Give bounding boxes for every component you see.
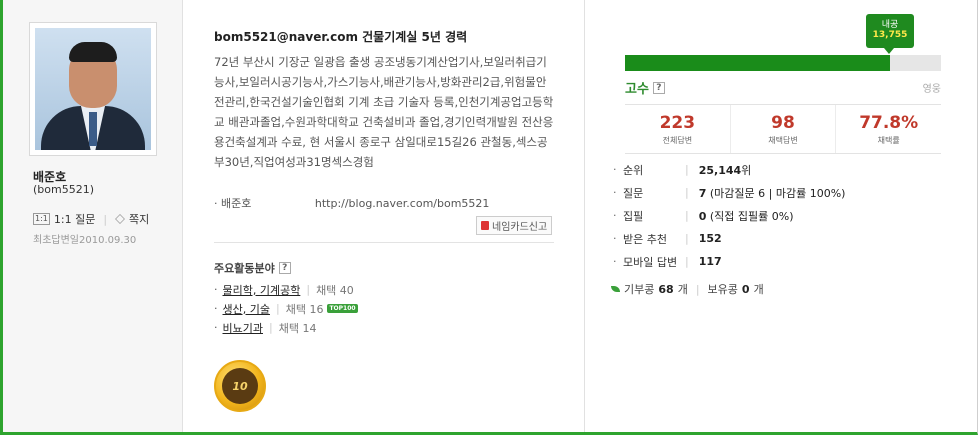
profile-sidebar: 배준호 (bom5521) 1:1 1:1 질문 | 쪽지 최초답변일2010.… (3, 0, 183, 432)
stats-section: 내공 13,755 고수 ? 영웅 223 전체답변 98 채택답변 77.8%… (584, 0, 977, 432)
pipe-separator: | (685, 209, 689, 222)
pipe-separator: | (685, 163, 689, 176)
hold-beans-value: 0 (741, 282, 750, 296)
info-row-recommendations: · 받은 추천 | 152 (613, 227, 845, 250)
report-label: 네임카드신고 (492, 222, 548, 233)
pipe-separator: | (268, 321, 273, 334)
info-value: 117 (698, 255, 722, 268)
note-icon (115, 214, 125, 224)
report-namecard-button[interactable]: 네임카드신고 (476, 216, 553, 235)
current-level-label: 고수 (625, 82, 649, 97)
stat-value: 98 (771, 113, 795, 133)
info-value: 152 (698, 232, 722, 245)
leaf-icon (611, 286, 620, 292)
adopt-count: 채택 16 (285, 302, 324, 316)
stat-total-answers: 223 전체답변 (625, 105, 731, 153)
info-row-writing: · 집필 | 0 (직접 집필률 0%) (613, 204, 845, 227)
stat-label: 전체답변 (662, 136, 693, 145)
info-row-mobile-answers: · 모바일 답변 | 117 (613, 250, 845, 273)
bullet: · (613, 255, 617, 268)
info-key: 받은 추천 (623, 232, 667, 246)
pipe-separator: | (695, 282, 700, 296)
adopt-count: 채택 14 (278, 321, 317, 335)
bullet: · (613, 209, 617, 222)
level-progress-fill (625, 55, 891, 71)
activity-area-title: 주요활동분야 ? (214, 260, 291, 276)
bio-text: 72년 부산시 기장군 일광읍 출생 공조냉동기계산업기사,보일러취급기능사,보… (214, 55, 554, 169)
info-value: 25,144위 (698, 163, 752, 177)
info-row-questions: · 질문 | 7 (마감질문 6 | 마감률 100%) (613, 181, 845, 204)
beans-row: 기부콩 68 개 | 보유콩 0개 (611, 281, 764, 297)
stat-label: 채택답변 (768, 136, 798, 145)
link-separator: | (103, 212, 108, 226)
naegong-tooltip: 내공 13,755 (866, 14, 914, 54)
blog-link-row: · 배준호 http://blog.naver.com/bom5521 (214, 195, 489, 211)
bio-headline: bom5521@naver.com 건물기계실 5년 경력 (214, 30, 468, 44)
report-icon (481, 221, 489, 230)
first-answer-date: 최초답변일2010.09.30 (33, 235, 137, 246)
avatar (35, 28, 151, 150)
current-level: 고수 ? (625, 78, 665, 97)
area-field-link[interactable]: 생산, 기술 (223, 301, 270, 317)
bullet: · (613, 232, 617, 245)
profile-bio-section: bom5521@naver.com 건물기계실 5년 경력 72년 부산시 기장… (184, 0, 584, 432)
send-note-link[interactable]: 쪽지 (129, 211, 149, 227)
naegong-value: 13,755 (872, 30, 908, 40)
info-key: 집필 (623, 209, 644, 223)
info-key: 질문 (623, 186, 644, 200)
area-field-link[interactable]: 비뇨기과 (223, 320, 263, 336)
donate-beans-value: 68 (658, 282, 674, 296)
donate-beans-label: 기부콩 (624, 283, 655, 296)
bullet: · (214, 302, 218, 315)
blog-url-link[interactable]: http://blog.naver.com/bom5521 (315, 197, 490, 210)
pipe-separator: | (685, 186, 689, 199)
pipe-separator: | (306, 283, 311, 296)
level-progress-bar (625, 55, 941, 71)
hold-beans-unit: 개 (753, 283, 764, 296)
list-item: · 생산, 기술 | 채택 16 TOP100 (214, 299, 358, 318)
area-field-link[interactable]: 물리학, 기계공학 (223, 282, 301, 298)
list-item: · 비뇨기과 | 채택 14 (214, 318, 358, 337)
contact-links: 1:1 1:1 질문 | 쪽지 (33, 211, 149, 227)
info-key: 모바일 답변 (623, 255, 678, 269)
adopt-count: 채택 40 (316, 283, 354, 297)
stat-adoption-rate: 77.8% 채택률 (836, 105, 941, 153)
activity-area-label: 주요활동분야 (214, 262, 275, 275)
profile-photo (29, 22, 157, 156)
next-level-label: 영웅 (922, 84, 941, 95)
graduation-medal-icon[interactable]: 10 (214, 360, 266, 412)
medal-number: 10 (222, 368, 258, 404)
stat-adopted-answers: 98 채택답변 (731, 105, 837, 153)
stat-value: 223 (659, 113, 696, 133)
bullet: · (214, 283, 218, 296)
list-item: · 물리학, 기계공학 | 채택 40 (214, 280, 358, 299)
answer-stats: 223 전체답변 98 채택답변 77.8% 채택률 (625, 104, 941, 154)
info-list: · 순위 | 25,144위 · 질문 | 7 (마감질문 6 | 마감률 10… (613, 158, 845, 273)
user-id: (bom5521) (33, 183, 95, 196)
pipe-separator: | (685, 232, 689, 245)
info-value: 7 (마감질문 6 | 마감률 100%) (698, 186, 846, 200)
hold-beans-label: 보유콩 (707, 283, 738, 296)
pipe-separator: | (685, 255, 689, 268)
one-on-one-question-link[interactable]: 1:1 질문 (54, 211, 95, 227)
activity-area-list: · 물리학, 기계공학 | 채택 40 · 생산, 기술 | 채택 16 TOP… (214, 280, 358, 337)
naegong-label: 내공 (881, 20, 899, 30)
donate-beans-unit: 개 (677, 283, 688, 296)
one-on-one-icon: 1:1 (33, 213, 50, 225)
bullet: · (613, 186, 617, 199)
help-icon[interactable]: ? (278, 262, 291, 274)
info-key: 순위 (623, 163, 644, 177)
bullet: · (613, 163, 617, 176)
info-row-rank: · 순위 | 25,144위 (613, 158, 845, 181)
top100-badge: TOP100 (327, 304, 358, 313)
stat-label: 채택률 (877, 136, 900, 145)
bullet: · (214, 321, 218, 334)
info-value: 0 (직접 집필률 0%) (698, 209, 794, 223)
section-divider (214, 242, 554, 243)
pipe-separator: | (275, 302, 280, 315)
level-help-icon[interactable]: ? (652, 81, 665, 94)
blog-owner-label: · 배준호 (214, 197, 252, 210)
stat-value: 77.8% (859, 113, 919, 133)
